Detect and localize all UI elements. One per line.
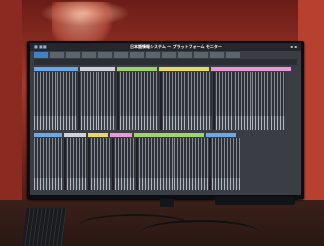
group-band [159, 67, 209, 71]
app-header: ■ ■■ 日本語情報システム ～ プラットフォーム モニター ▪ ▪ [30, 43, 301, 51]
keyboard [21, 208, 67, 246]
monitor: ■ ■■ 日本語情報システム ～ プラットフォーム モニター ▪ ▪ [27, 41, 304, 199]
app-title: 日本語情報システム ～ プラットフォーム モニター [130, 44, 222, 49]
status-column-group [49, 138, 63, 190]
status-column-group [67, 138, 87, 190]
screen-tab [146, 52, 160, 58]
group-band [211, 67, 291, 71]
monitor-stand [160, 199, 174, 207]
monitor-screen: ■ ■■ 日本語情報システム ～ プラットフォーム モニター ▪ ▪ [30, 43, 301, 195]
status-column-group [81, 72, 97, 130]
status-column-group [34, 138, 48, 190]
monitor-grid-top [34, 72, 285, 130]
column-divider [78, 72, 80, 130]
cable [140, 220, 260, 246]
screen-tab [130, 52, 144, 58]
group-band [80, 67, 115, 71]
status-column-group [235, 72, 251, 130]
tab-bar [34, 52, 240, 58]
column-divider [112, 138, 114, 190]
group-band [34, 133, 62, 137]
screen-tab [34, 52, 48, 58]
status-column-group [188, 72, 212, 130]
status-column-group [141, 72, 159, 130]
status-column-group [174, 138, 208, 190]
screen-tab [82, 52, 96, 58]
column-divider [209, 138, 211, 190]
status-column-group [252, 72, 270, 130]
screen-tab [66, 52, 80, 58]
group-band [64, 133, 86, 137]
column-divider [64, 138, 66, 190]
screen-tab [114, 52, 128, 58]
status-column-group [120, 72, 140, 130]
status-column-group [91, 138, 111, 190]
column-divider [88, 138, 90, 190]
screen-tab [226, 52, 240, 58]
status-column-group [163, 72, 187, 130]
status-column-group [216, 72, 234, 130]
group-band [88, 133, 108, 137]
status-column-group [212, 138, 240, 190]
screen-tab [50, 52, 64, 58]
screen-tab [98, 52, 112, 58]
column-divider [117, 72, 119, 130]
monitor-grid-bottom [34, 138, 240, 190]
app-logo: ■ ■■ [34, 44, 47, 49]
column-divider [160, 72, 162, 130]
column-divider [136, 138, 138, 190]
group-band [134, 133, 204, 137]
status-column-group [139, 138, 173, 190]
header-status: ▪ ▪ [290, 44, 297, 49]
background-lamp [52, 2, 122, 42]
screen-tab [210, 52, 224, 58]
column-divider [213, 72, 215, 130]
status-column-group [115, 138, 135, 190]
filter-bar [34, 59, 297, 65]
group-band [34, 67, 78, 71]
screen-tab [162, 52, 176, 58]
group-band [110, 133, 132, 137]
status-column-group [34, 72, 56, 130]
screen-tab [178, 52, 192, 58]
status-column-group [271, 72, 285, 130]
status-column-group [57, 72, 77, 130]
screen-tab [194, 52, 208, 58]
group-band [117, 67, 157, 71]
status-column-group [98, 72, 116, 130]
group-band [206, 133, 236, 137]
monitor-base [215, 197, 295, 205]
